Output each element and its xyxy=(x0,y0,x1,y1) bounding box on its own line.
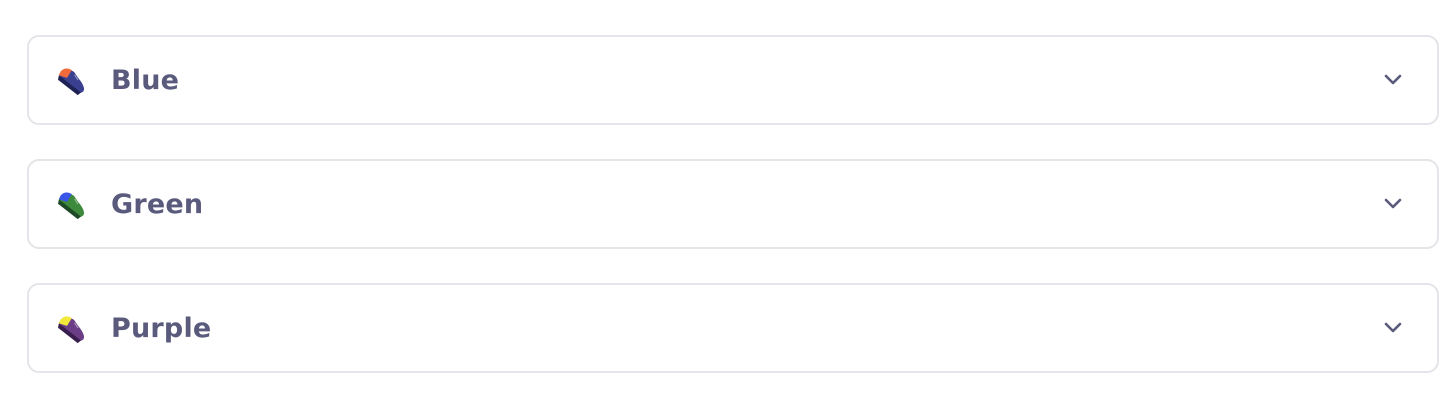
variant-accordion-list: Blue Green Purple xyxy=(27,35,1439,373)
accordion-item-label: Blue xyxy=(111,64,180,96)
shoe-icon xyxy=(53,184,93,224)
accordion-item-label: Purple xyxy=(111,312,212,344)
chevron-down-icon[interactable] xyxy=(1379,190,1407,218)
accordion-item-label: Green xyxy=(111,188,204,220)
chevron-down-icon[interactable] xyxy=(1379,314,1407,342)
shoe-icon xyxy=(53,60,93,100)
shoe-icon xyxy=(53,308,93,348)
chevron-down-icon[interactable] xyxy=(1379,66,1407,94)
accordion-item-blue[interactable]: Blue xyxy=(27,35,1439,125)
accordion-item-green[interactable]: Green xyxy=(27,159,1439,249)
accordion-item-purple[interactable]: Purple xyxy=(27,283,1439,373)
